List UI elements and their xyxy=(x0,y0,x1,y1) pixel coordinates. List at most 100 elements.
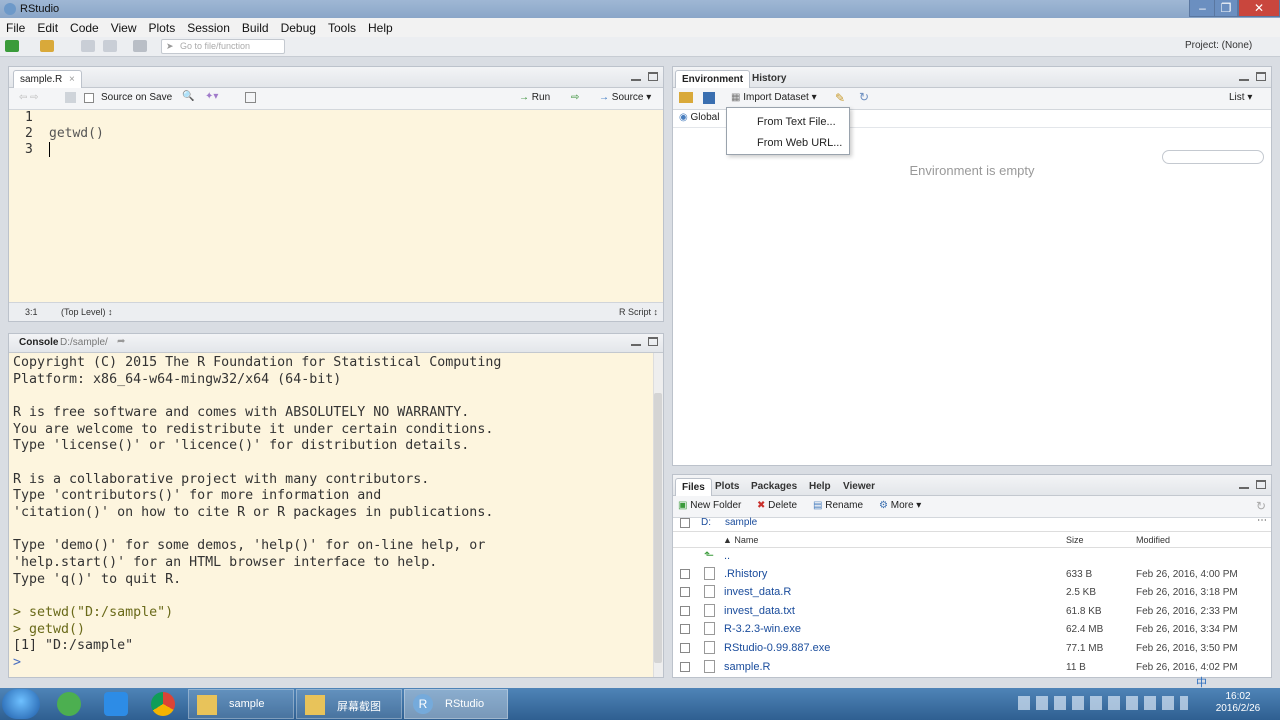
import-dataset-button[interactable]: ▦ Import Dataset ▾ xyxy=(731,92,817,103)
menu-item-from-text-file[interactable]: From Text File... xyxy=(757,116,836,128)
menu-item-from-web-url[interactable]: From Web URL... xyxy=(757,137,842,149)
file-type-selector[interactable]: R Script ↕ xyxy=(619,307,658,317)
new-folder-button[interactable]: ▣ New Folder xyxy=(678,500,741,511)
table-row[interactable]: invest_data.txt 61.8 KB Feb 26, 2016, 2:… xyxy=(673,603,1271,621)
maximize-pane-icon[interactable] xyxy=(648,72,658,81)
tab-environment[interactable]: Environment xyxy=(675,70,751,88)
save-all-icon[interactable] xyxy=(103,40,117,52)
row-checkbox[interactable] xyxy=(680,587,690,597)
tab-viewer[interactable]: Viewer xyxy=(837,478,881,496)
source-on-save-checkbox[interactable] xyxy=(84,93,94,103)
global-env-selector[interactable]: ◉ Global xyxy=(679,112,719,123)
save-workspace-icon[interactable] xyxy=(703,92,715,104)
goto-dir-icon[interactable]: ➦ xyxy=(117,336,125,347)
file-name[interactable]: .Rhistory xyxy=(724,568,767,580)
file-name[interactable]: sample.R xyxy=(724,661,770,673)
taskbar-item-sample[interactable]: sample xyxy=(188,689,294,719)
parent-dir-row[interactable]: ⬑ .. xyxy=(673,548,1271,566)
file-name[interactable]: invest_data.txt xyxy=(724,605,795,617)
table-row[interactable]: sample.R 11 B Feb 26, 2016, 4:02 PM xyxy=(673,659,1271,677)
code-editor[interactable]: 1 2 3 getwd() xyxy=(9,110,663,302)
rename-button[interactable]: ▤ Rename xyxy=(813,500,863,511)
console-output[interactable]: Copyright (C) 2015 The R Foundation for … xyxy=(9,353,663,677)
refresh-icon[interactable]: ↻ xyxy=(1256,499,1266,513)
menu-plots[interactable]: Plots xyxy=(143,21,182,35)
maximize-pane-icon[interactable] xyxy=(1256,480,1266,489)
app-icon[interactable] xyxy=(104,692,128,716)
column-name[interactable]: ▲ Name xyxy=(723,535,758,545)
console-scrollbar[interactable] xyxy=(653,353,663,677)
save-icon[interactable] xyxy=(65,92,76,103)
more-button[interactable]: ⚙ More ▾ xyxy=(879,500,921,511)
delete-button[interactable]: ✖ Delete xyxy=(757,500,797,511)
table-row[interactable]: RStudio-0.99.887.exe 77.1 MB Feb 26, 201… xyxy=(673,640,1271,658)
back-forward-icon[interactable]: ⇦ ⇨ xyxy=(19,92,39,103)
project-menu[interactable]: Project: (None) xyxy=(1185,40,1252,51)
close-tab-icon[interactable]: × xyxy=(69,74,75,85)
system-tray-icons[interactable] xyxy=(1018,696,1188,710)
taskbar-item-screenshots[interactable]: 屏幕截图 xyxy=(296,689,402,719)
maximize-button[interactable]: ❐ xyxy=(1214,0,1238,17)
chrome-icon[interactable] xyxy=(151,692,175,716)
minimize-button[interactable]: – xyxy=(1189,0,1216,17)
code-tools-icon[interactable]: ✦▾ xyxy=(205,91,218,102)
app-icon[interactable] xyxy=(57,692,81,716)
maximize-pane-icon[interactable] xyxy=(1256,72,1266,81)
table-row[interactable]: R-3.2.3-win.exe 62.4 MB Feb 26, 2016, 3:… xyxy=(673,621,1271,639)
source-button[interactable]: → Source ▾ xyxy=(599,92,651,103)
tab-sample-r[interactable]: sample.R × xyxy=(13,70,82,88)
scroll-thumb[interactable] xyxy=(654,393,662,663)
load-workspace-icon[interactable] xyxy=(679,92,693,103)
table-row[interactable]: invest_data.R 2.5 KB Feb 26, 2016, 3:18 … xyxy=(673,584,1271,602)
taskbar-clock[interactable]: 16:02 2016/2/26 xyxy=(1210,691,1266,715)
more-options-icon[interactable]: ⋯ xyxy=(1257,515,1267,526)
select-all-checkbox[interactable] xyxy=(680,518,690,528)
menu-code[interactable]: Code xyxy=(64,21,105,35)
file-name[interactable]: invest_data.R xyxy=(724,586,791,598)
table-row[interactable]: .Rhistory 633 B Feb 26, 2016, 4:00 PM xyxy=(673,566,1271,584)
scope-selector[interactable]: (Top Level) ↕ xyxy=(61,307,113,317)
file-name[interactable]: R-3.2.3-win.exe xyxy=(724,623,801,635)
broom-icon[interactable]: ✎ xyxy=(835,91,845,105)
environment-search-input[interactable] xyxy=(1162,150,1264,164)
taskbar-item-rstudio[interactable]: R RStudio xyxy=(404,689,508,719)
row-checkbox[interactable] xyxy=(680,643,690,653)
breadcrumb-folder[interactable]: sample xyxy=(725,517,757,528)
column-size[interactable]: Size xyxy=(1066,535,1084,545)
menu-help[interactable]: Help xyxy=(362,21,399,35)
close-button[interactable]: ✕ xyxy=(1238,0,1280,17)
row-checkbox[interactable] xyxy=(680,569,690,579)
tab-history[interactable]: History xyxy=(746,70,792,88)
new-file-icon[interactable] xyxy=(5,40,19,52)
console-prompt[interactable]: > xyxy=(13,655,29,670)
menu-build[interactable]: Build xyxy=(236,21,275,35)
menu-session[interactable]: Session xyxy=(181,21,236,35)
file-name[interactable]: RStudio-0.99.887.exe xyxy=(724,642,830,654)
ime-indicator[interactable]: 中 xyxy=(1196,674,1207,690)
rerun-icon[interactable]: ⇨ xyxy=(571,92,579,103)
tab-packages[interactable]: Packages xyxy=(745,478,803,496)
go-to-file-input[interactable]: ➤ Go to file/function xyxy=(161,39,285,54)
open-file-icon[interactable] xyxy=(40,40,54,52)
save-icon[interactable] xyxy=(81,40,95,52)
menu-view[interactable]: View xyxy=(105,21,143,35)
menu-tools[interactable]: Tools xyxy=(322,21,362,35)
minimize-pane-icon[interactable] xyxy=(631,79,641,81)
refresh-icon[interactable]: ↻ xyxy=(859,90,869,104)
menu-file[interactable]: File xyxy=(0,21,31,35)
menu-edit[interactable]: Edit xyxy=(31,21,64,35)
minimize-pane-icon[interactable] xyxy=(631,344,641,346)
print-icon[interactable] xyxy=(133,40,147,52)
menu-debug[interactable]: Debug xyxy=(275,21,322,35)
column-modified[interactable]: Modified xyxy=(1136,535,1170,545)
run-button[interactable]: → Run xyxy=(519,92,550,103)
row-checkbox[interactable] xyxy=(680,606,690,616)
row-checkbox[interactable] xyxy=(680,624,690,634)
console-tab[interactable]: Console xyxy=(19,337,58,348)
start-button[interactable] xyxy=(2,689,40,719)
maximize-pane-icon[interactable] xyxy=(648,337,658,346)
minimize-pane-icon[interactable] xyxy=(1239,79,1249,81)
search-icon[interactable]: 🔍 xyxy=(182,91,194,102)
tab-files[interactable]: Files xyxy=(675,478,712,496)
compile-report-icon[interactable] xyxy=(245,92,256,103)
